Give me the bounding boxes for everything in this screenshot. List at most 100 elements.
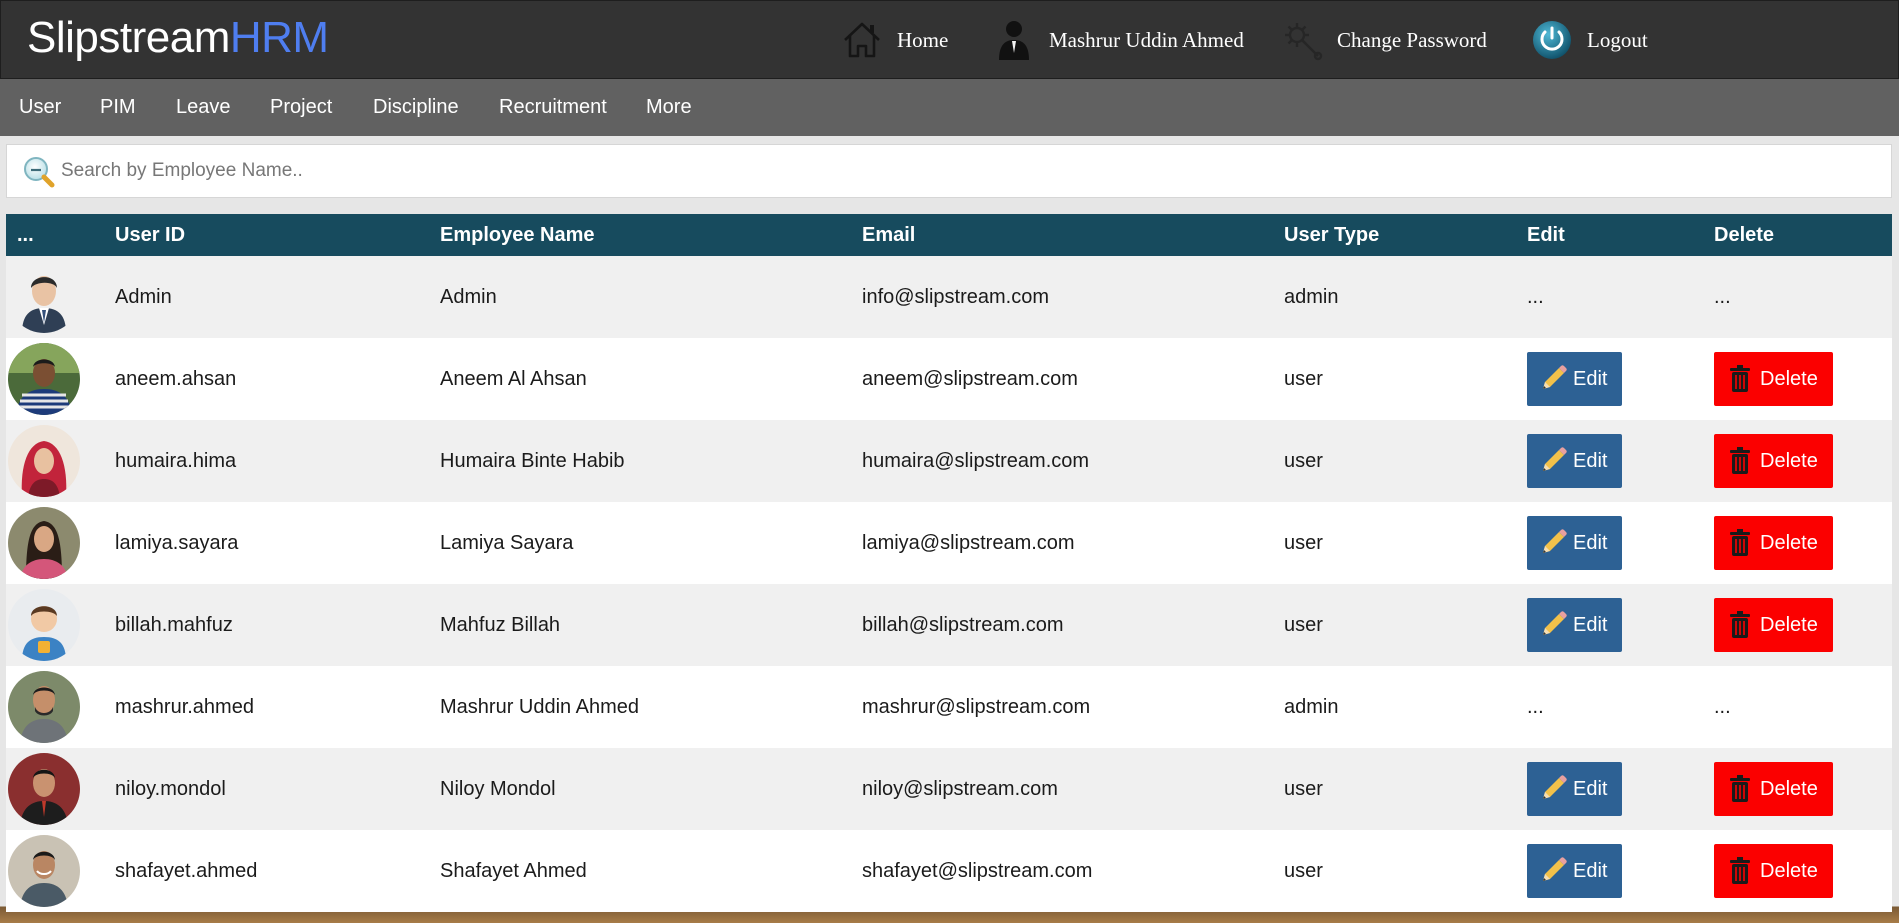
delete-button[interactable]: Delete [1714, 598, 1833, 652]
nav-item-project[interactable]: Project [270, 79, 332, 136]
delete-button-label: Delete [1760, 531, 1818, 554]
user-type-cell: user [1284, 449, 1323, 472]
delete-button[interactable]: Delete [1714, 516, 1833, 570]
nav-item-leave[interactable]: Leave [176, 79, 231, 136]
edit-button[interactable]: Edit [1527, 352, 1622, 406]
email-cell: humaira@slipstream.com [862, 449, 1090, 472]
column-header-delete: Delete [1714, 223, 1775, 246]
column-header-avatar: ... [17, 223, 34, 246]
table-row: humaira.hima Humaira Binte Habib humaira… [6, 420, 1892, 502]
employee-name-cell: Humaira Binte Habib [440, 449, 625, 472]
employee-name-cell: Mahfuz Billah [440, 613, 561, 636]
user-id-cell: humaira.hima [115, 449, 237, 472]
email-cell: niloy@slipstream.com [862, 777, 1058, 800]
user-type-cell: user [1284, 613, 1323, 636]
search-icon [24, 157, 55, 188]
delete-button-label: Delete [1760, 859, 1818, 882]
edit-button-label: Edit [1573, 777, 1608, 800]
edit-button[interactable]: Edit [1527, 598, 1622, 652]
avatar [8, 835, 80, 907]
delete-button-label: Delete [1760, 777, 1818, 800]
table-row: niloy.mondol Niloy Mondol niloy@slipstre… [6, 748, 1892, 830]
users-table-container: ... User ID Employee Name Email User Typ… [6, 214, 1892, 912]
table-row: billah.mahfuz Mahfuz Billah billah@slips… [6, 584, 1892, 666]
change-password-label: Change Password [1337, 27, 1487, 52]
edit-placeholder: ... [1527, 285, 1544, 308]
trash-icon [1730, 529, 1750, 556]
delete-button-label: Delete [1760, 367, 1818, 390]
brand-name-accent: HRM [229, 13, 329, 62]
edit-button[interactable]: Edit [1527, 762, 1622, 816]
trash-icon [1730, 857, 1750, 884]
table-row: mashrur.ahmed Mashrur Uddin Ahmed mashru… [6, 666, 1892, 748]
table-row: Admin Admin info@slipstream.com admin ..… [6, 256, 1892, 338]
pencil-icon [1543, 857, 1567, 881]
trash-icon [1730, 447, 1750, 474]
user-type-cell: user [1284, 531, 1323, 554]
column-header-user-id: User ID [115, 223, 186, 246]
profile-link[interactable]: Mashrur Uddin Ahmed [993, 19, 1244, 61]
pencil-icon [1543, 611, 1567, 635]
employee-name-cell: Lamiya Sayara [440, 531, 574, 554]
delete-button[interactable]: Delete [1714, 434, 1833, 488]
user-type-cell: user [1284, 777, 1323, 800]
user-id-cell: lamiya.sayara [115, 531, 239, 554]
avatar [8, 507, 80, 579]
user-id-cell: niloy.mondol [115, 777, 226, 800]
search-input[interactable] [61, 151, 1891, 191]
nav-item-pim[interactable]: PIM [100, 79, 136, 136]
column-header-edit: Edit [1527, 223, 1565, 246]
email-cell: info@slipstream.com [862, 285, 1050, 308]
delete-placeholder: ... [1714, 285, 1731, 308]
email-cell: lamiya@slipstream.com [862, 531, 1075, 554]
user-type-cell: user [1284, 859, 1323, 882]
column-header-user-type: User Type [1284, 223, 1380, 246]
table-row: aneem.ahsan Aneem Al Ahsan aneem@slipstr… [6, 338, 1892, 420]
trash-icon [1730, 611, 1750, 638]
delete-button-label: Delete [1760, 449, 1818, 472]
nav-item-more[interactable]: More [646, 79, 692, 136]
edit-button[interactable]: Edit [1527, 844, 1622, 898]
avatar [8, 671, 80, 743]
logout-label: Logout [1587, 27, 1648, 52]
edit-button-label: Edit [1573, 531, 1608, 554]
user-id-cell: shafayet.ahmed [115, 859, 258, 882]
power-icon [1533, 21, 1571, 59]
email-cell: aneem@slipstream.com [862, 367, 1078, 390]
column-header-employee-name: Employee Name [440, 223, 595, 246]
gear-wrench-icon [1285, 23, 1323, 61]
change-password-link[interactable]: Change Password [1281, 19, 1487, 61]
trash-icon [1730, 775, 1750, 802]
top-links: Home Mashrur Uddin Ahmed Change Password [841, 1, 1898, 80]
home-link[interactable]: Home [841, 19, 948, 61]
brand-name: Slipstream [27, 13, 230, 62]
nav-item-user[interactable]: User [19, 79, 61, 136]
delete-button-label: Delete [1760, 613, 1818, 636]
edit-button[interactable]: Edit [1527, 516, 1622, 570]
table-row: shafayet.ahmed Shafayet Ahmed shafayet@s… [6, 830, 1892, 912]
avatar [8, 425, 80, 497]
user-type-cell: admin [1284, 285, 1339, 308]
nav-item-recruitment[interactable]: Recruitment [499, 79, 607, 136]
pencil-icon [1543, 365, 1567, 389]
user-id-cell: aneem.ahsan [115, 367, 237, 390]
nav-item-discipline[interactable]: Discipline [373, 79, 459, 136]
logout-link[interactable]: Logout [1531, 19, 1648, 61]
edit-button-label: Edit [1573, 367, 1608, 390]
delete-placeholder: ... [1714, 695, 1731, 718]
edit-button-label: Edit [1573, 613, 1608, 636]
user-id-cell: mashrur.ahmed [115, 695, 254, 718]
employee-name-cell: Mashrur Uddin Ahmed [440, 695, 639, 718]
avatar [8, 753, 80, 825]
user-id-cell: Admin [115, 285, 172, 308]
trash-icon [1730, 365, 1750, 392]
edit-button[interactable]: Edit [1527, 434, 1622, 488]
table-row: lamiya.sayara Lamiya Sayara lamiya@slips… [6, 502, 1892, 584]
delete-button[interactable]: Delete [1714, 844, 1833, 898]
delete-button[interactable]: Delete [1714, 352, 1833, 406]
delete-button[interactable]: Delete [1714, 762, 1833, 816]
user-id-cell: billah.mahfuz [115, 613, 233, 636]
employee-name-cell: Admin [440, 285, 497, 308]
brand-logo[interactable]: SlipstreamHRM [27, 12, 329, 64]
top-header: SlipstreamHRM Home Mashrur Uddin Ahmed C… [0, 0, 1899, 79]
